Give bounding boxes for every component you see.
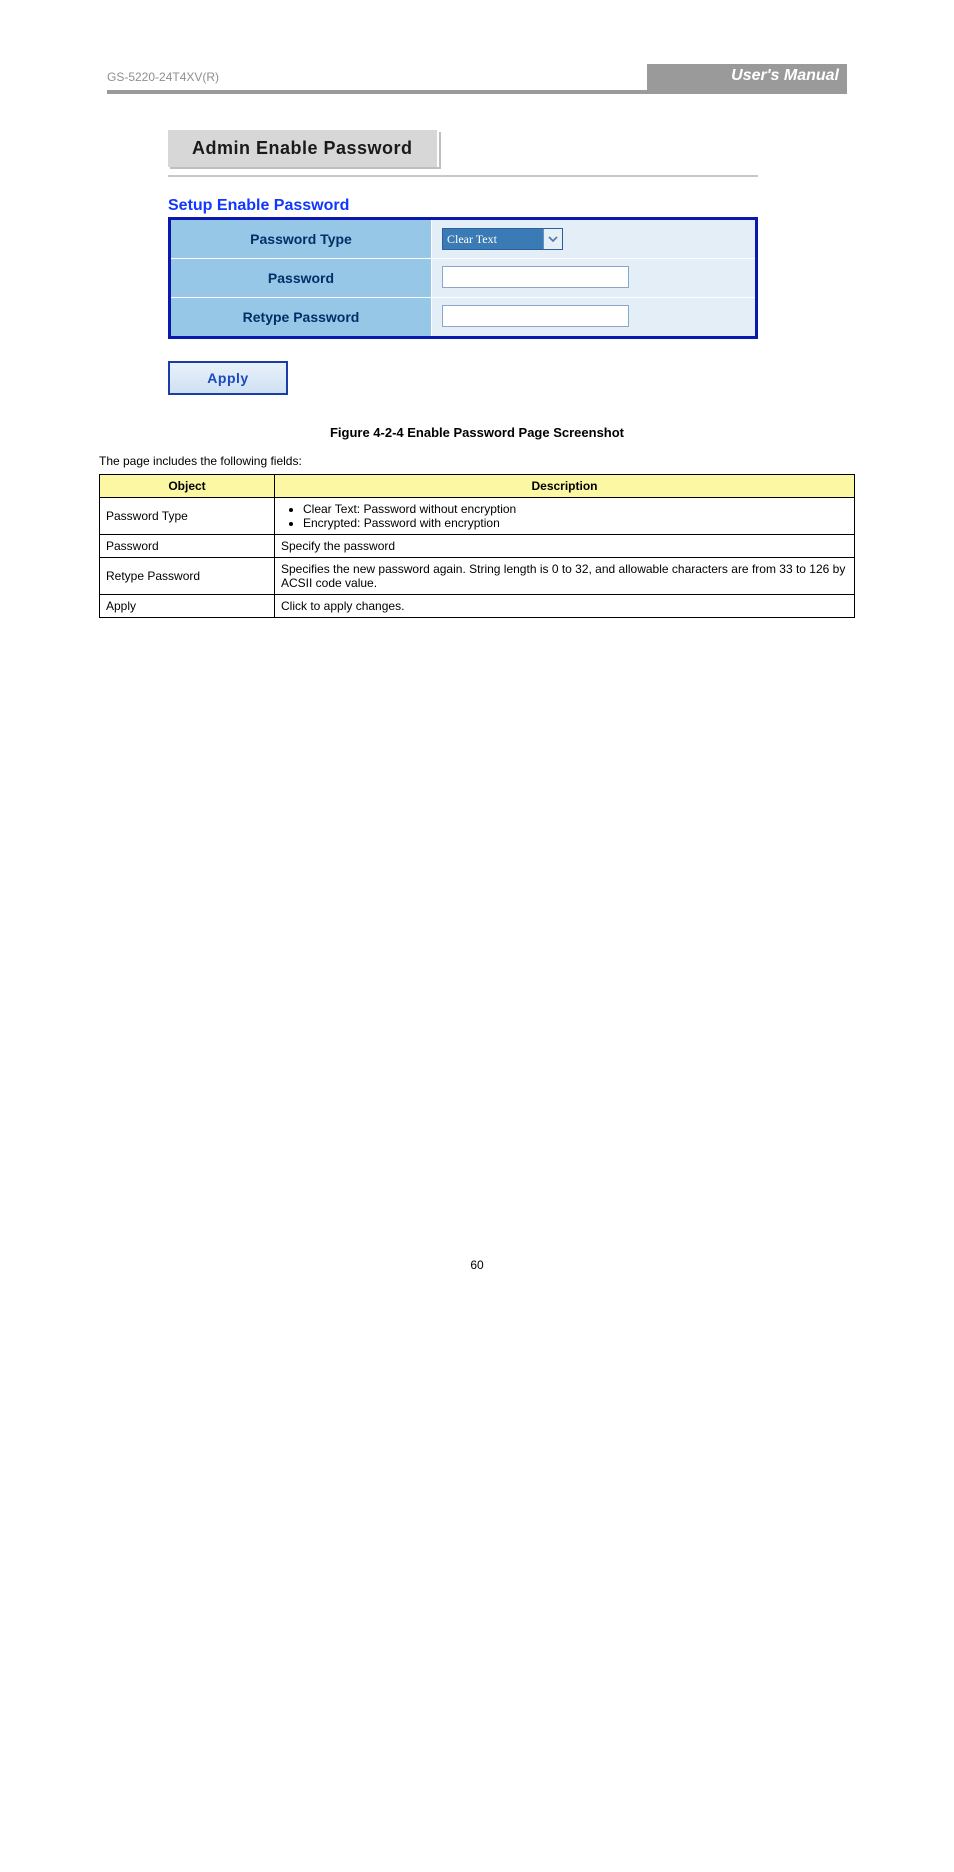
cell-object: Password Type (100, 498, 275, 535)
th-object: Object (100, 475, 275, 498)
row-password: Password (170, 259, 757, 298)
cell-object: Apply (100, 595, 275, 618)
label-retype-password: Retype Password (170, 298, 432, 338)
section-title: Setup Enable Password (168, 197, 758, 215)
description-table: Object Description Password Type Clear T… (99, 474, 855, 618)
retype-password-field[interactable] (442, 305, 629, 327)
password-type-value: Clear Text (443, 229, 543, 249)
apply-button[interactable]: Apply (168, 361, 288, 395)
model-label: GS-5220-24T4XV(R) (107, 70, 219, 84)
table-row: Password Type Clear Text: Password witho… (100, 498, 855, 535)
cell-description: Click to apply changes. (275, 595, 855, 618)
cell-description: Clear Text: Password without encryption … (275, 498, 855, 535)
intro-line: The page includes the following fields: (99, 454, 855, 468)
panel-title: Admin Enable Password (168, 130, 439, 167)
table-row: Retype Password Specifies the new passwo… (100, 558, 855, 595)
password-type-select[interactable]: Clear Text (442, 228, 563, 250)
page-number: 60 (0, 1258, 954, 1272)
config-panel: Admin Enable Password Setup Enable Passw… (168, 130, 758, 395)
list-item: Clear Text: Password without encryption (303, 502, 848, 516)
list-item: Encrypted: Password with encryption (303, 516, 848, 530)
figure-caption: Figure 4-2-4 Enable Password Page Screen… (0, 425, 954, 440)
table-row: Password Specify the password (100, 535, 855, 558)
setup-form-table: Password Type Clear Text Password (168, 217, 758, 339)
label-password: Password (170, 259, 432, 298)
label-password-type: Password Type (170, 219, 432, 259)
cell-object: Password (100, 535, 275, 558)
table-row: Apply Click to apply changes. (100, 595, 855, 618)
chevron-down-icon[interactable] (543, 229, 562, 249)
table-header-row: Object Description (100, 475, 855, 498)
brand-label: User's Manual (731, 67, 839, 85)
cell-object: Retype Password (100, 558, 275, 595)
cell-description: Specify the password (275, 535, 855, 558)
password-field[interactable] (442, 266, 629, 288)
divider (168, 175, 758, 177)
page-header: GS-5220-24T4XV(R) User's Manual (107, 64, 847, 94)
row-retype-password: Retype Password (170, 298, 757, 338)
row-password-type: Password Type Clear Text (170, 219, 757, 259)
th-description: Description (275, 475, 855, 498)
cell-description: Specifies the new password again. String… (275, 558, 855, 595)
panel-title-text: Admin Enable Password (192, 138, 413, 158)
